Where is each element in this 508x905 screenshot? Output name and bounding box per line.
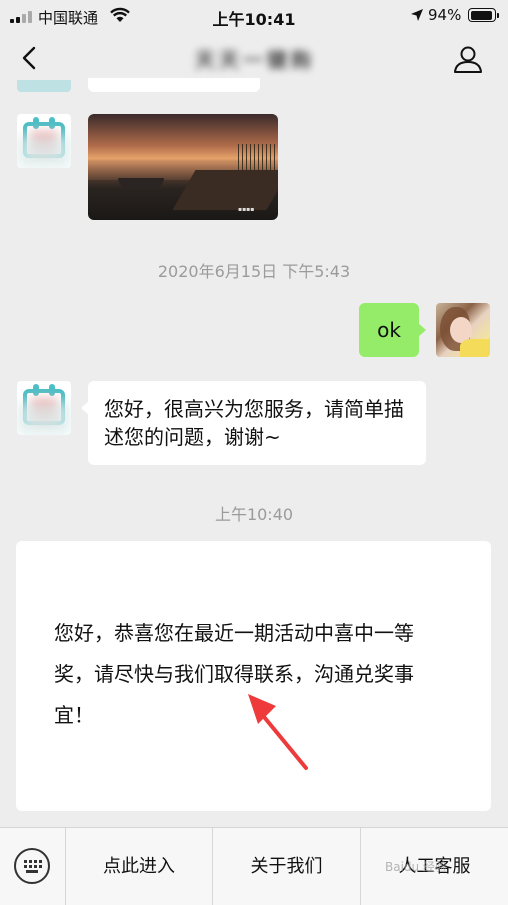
sent-message-bubble[interactable]: ok xyxy=(359,303,426,357)
battery-percent: 94% xyxy=(428,6,462,24)
service-avatar[interactable] xyxy=(17,114,71,168)
chat-timestamp: 2020年6月15日 下午5:43 xyxy=(157,262,351,281)
menu-item-about[interactable]: 关于我们 xyxy=(213,828,360,905)
profile-icon[interactable] xyxy=(452,44,484,74)
avatar-partial xyxy=(17,80,71,92)
battery-icon xyxy=(468,8,496,22)
battery-level xyxy=(470,10,493,20)
location-arrow-icon xyxy=(411,9,423,21)
status-bar: 中国联通 上午10:41 94% xyxy=(0,0,508,32)
back-arrow-icon[interactable] xyxy=(16,44,44,72)
service-avatar[interactable] xyxy=(17,381,71,435)
received-message-bubble[interactable]: 您好，很高兴为您服务，请简单描述您的问题，谢谢~ xyxy=(81,381,426,465)
chat-timestamp: 上午10:40 xyxy=(214,505,294,524)
image-message[interactable]: ▪▪▪▪ xyxy=(88,114,278,220)
annotation-arrow-icon xyxy=(248,694,308,770)
user-avatar[interactable] xyxy=(436,303,490,357)
menu-item-enter[interactable]: 点此进入 xyxy=(66,828,212,905)
message-bubble-partial[interactable] xyxy=(88,78,260,92)
chat-title: 天天一键购 xyxy=(195,48,315,72)
image-watermark-icon: ▪▪▪▪ xyxy=(238,206,255,213)
keyboard-icon[interactable] xyxy=(14,848,50,884)
baidu-watermark: Baidu 经验 xyxy=(385,860,447,874)
battery-cap xyxy=(497,13,499,18)
